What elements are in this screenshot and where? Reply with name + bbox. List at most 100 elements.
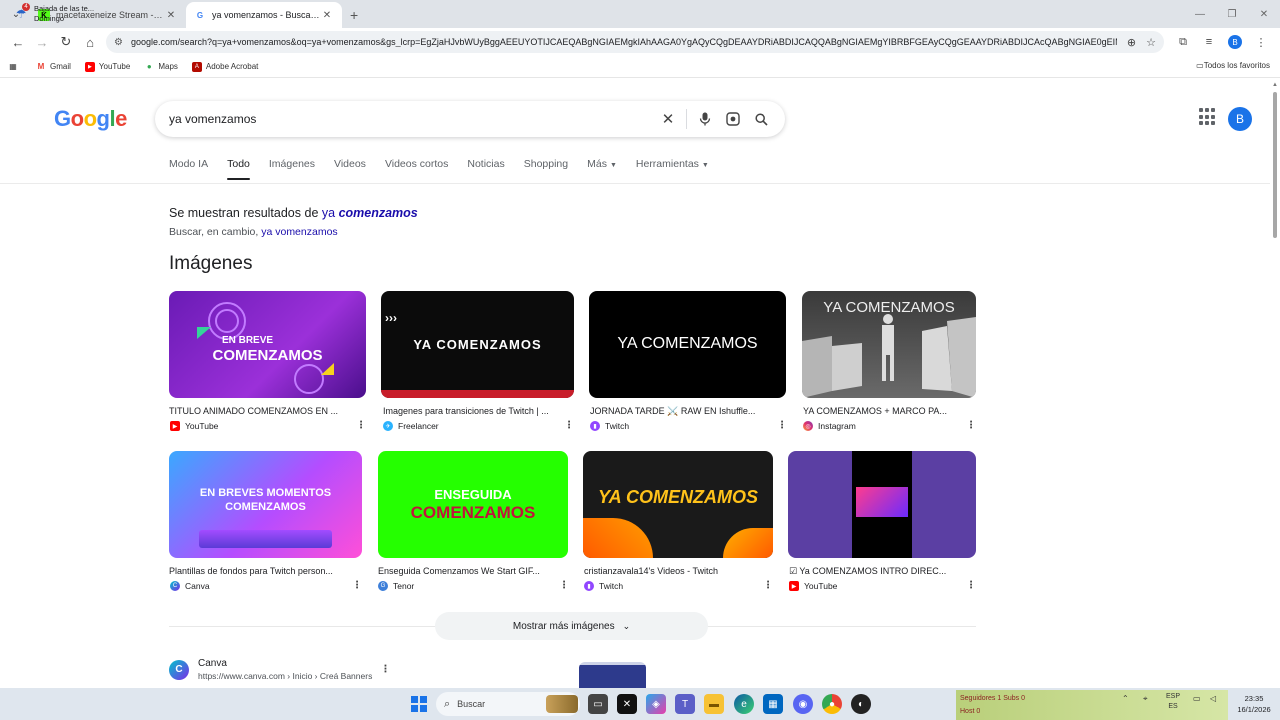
scroll-up-icon[interactable]: ▲ [1272, 82, 1278, 88]
discord-icon[interactable]: ◉ [793, 694, 813, 714]
image-result-thumbnail[interactable]: YA COMENZAMOS [583, 451, 773, 558]
google-logo[interactable]: Google [54, 106, 127, 132]
image-source[interactable]: C Canva [170, 581, 210, 591]
browser-menu-icon[interactable]: ⋮ [1248, 30, 1274, 54]
tab-videos-cortos[interactable]: Videos cortos [385, 158, 448, 180]
tab-google-search[interactable]: G ya vomenzamos - Buscar con G... ✕ [186, 2, 342, 28]
more-options-icon[interactable]: ⋮ [559, 580, 569, 591]
microphone-icon[interactable] [691, 105, 719, 133]
more-options-icon[interactable]: ⋮ [777, 420, 787, 431]
task-view-icon[interactable]: ▭ [588, 694, 608, 714]
close-icon[interactable]: ✕ [164, 10, 178, 21]
chrome-icon[interactable]: ● [822, 694, 842, 714]
address-bar[interactable]: ⚙ google.com/search?q=ya+vomenzamos&oq=y… [106, 31, 1164, 53]
image-caption[interactable]: ☑ Ya COMENZAMOS INTRO DIREC... [789, 566, 974, 577]
image-source[interactable]: ◎ Instagram [803, 421, 856, 431]
teams-icon[interactable]: T [675, 694, 695, 714]
image-result-thumbnail[interactable]: ››› YA COMENZAMOS [381, 291, 574, 398]
forward-icon[interactable]: → [30, 30, 54, 54]
extensions-icon[interactable]: ⧉ [1170, 30, 1196, 54]
image-result-thumbnail[interactable]: YA COMENZAMOS [802, 291, 976, 398]
image-result-thumbnail[interactable]: YA COMENZAMOS [589, 291, 786, 398]
image-source[interactable]: G Tenor [378, 581, 414, 591]
image-source[interactable]: ▶ YouTube [789, 581, 837, 591]
image-result-thumbnail[interactable]: EN BREVES MOMENTOS COMENZAMOS [169, 451, 362, 558]
more-options-icon[interactable]: ⋮ [356, 420, 366, 431]
tab-videos[interactable]: Videos [334, 158, 366, 180]
more-options-icon[interactable]: ⋮ [966, 580, 976, 591]
search-box[interactable]: ya vomenzamos ✕ [155, 101, 785, 137]
reading-list-icon[interactable]: ≡ [1196, 30, 1222, 54]
more-options-icon[interactable]: ⋮ [564, 420, 574, 431]
result-thumbnail[interactable] [579, 662, 646, 690]
display-icon[interactable]: ▭ [1193, 694, 1201, 703]
image-source[interactable]: ▮ Twitch [590, 421, 629, 431]
image-result-thumbnail[interactable] [788, 451, 976, 558]
obs-icon[interactable]: ◐ [851, 694, 871, 714]
search-icon[interactable] [747, 105, 775, 133]
close-window-icon[interactable]: ✕ [1248, 0, 1280, 28]
image-caption[interactable]: Plantillas de fondos para Twitch person.… [169, 566, 359, 576]
bookmark-maps[interactable]: ● Maps [144, 62, 178, 72]
zoom-icon[interactable]: ⊕ [1127, 36, 1136, 49]
tab-herramientas[interactable]: Herramientas ▼ [636, 158, 709, 180]
image-result-thumbnail[interactable]: ENSEGUIDA COMENZAMOS [378, 451, 568, 558]
image-source[interactable]: ✈ Freelancer [383, 421, 439, 431]
edge-icon[interactable]: e [734, 694, 754, 714]
more-options-icon[interactable]: ⋮ [352, 580, 362, 591]
web-result[interactable]: C Canva https://www.canva.com › Inicio ›… [169, 658, 390, 681]
minimize-icon[interactable]: — [1184, 0, 1216, 28]
tab-mas[interactable]: Más ▼ [587, 158, 617, 180]
home-icon[interactable]: ⌂ [78, 30, 102, 54]
tab-modo-ia[interactable]: Modo IA [169, 158, 208, 180]
back-icon[interactable]: ← [6, 30, 30, 54]
image-caption[interactable]: Imagenes para transiciones de Twitch | .… [383, 406, 573, 416]
tab-noticias[interactable]: Noticias [467, 158, 504, 180]
copilot-icon[interactable]: ◈ [646, 694, 666, 714]
tab-imagenes[interactable]: Imágenes [269, 158, 315, 180]
capcut-icon[interactable]: ✕ [617, 694, 637, 714]
lens-camera-icon[interactable] [719, 105, 747, 133]
site-info-icon[interactable]: ⚙ [114, 37, 123, 48]
image-caption[interactable]: Enseguida Comenzamos We Start GIF... [378, 566, 568, 576]
store-icon[interactable]: ▦ [763, 694, 783, 714]
profile-button[interactable]: B [1222, 30, 1248, 54]
weather-widget[interactable]: ☂ 4 Bajada de las te... Domingo [14, 3, 94, 24]
tray-chevron-icon[interactable]: ⌃ [1122, 694, 1129, 703]
bookmark-acrobat[interactable]: A Adobe Acrobat [191, 61, 258, 72]
scrollbar-thumb[interactable] [1273, 92, 1277, 238]
more-options-icon[interactable]: ⋮ [966, 420, 976, 431]
show-more-images-button[interactable]: Mostrar más imágenes ⌄ [435, 612, 708, 640]
image-caption[interactable]: JORNADA TARDE ⚔️ RAW EN Ishuffle... [590, 406, 785, 417]
image-source[interactable]: ▶ YouTube [170, 421, 218, 431]
apps-shortcut[interactable]: ▦ [8, 62, 22, 72]
image-caption[interactable]: TITULO ANIMADO COMENZAMOS EN ... [169, 406, 364, 416]
google-apps-icon[interactable] [1199, 108, 1217, 126]
tab-shopping[interactable]: Shopping [524, 158, 568, 180]
page-scrollbar[interactable]: ▲ [1270, 80, 1280, 688]
corrected-query-link[interactable]: ya comenzamos [322, 206, 418, 220]
tab-todo[interactable]: Todo [227, 158, 250, 180]
reload-icon[interactable]: ↻ [54, 30, 78, 54]
bookmark-youtube[interactable]: ▶ YouTube [84, 61, 130, 72]
clear-icon[interactable]: ✕ [654, 105, 682, 133]
original-query-link[interactable]: ya vomenzamos [261, 226, 337, 238]
search-input[interactable]: ya vomenzamos [169, 112, 654, 126]
image-caption[interactable]: YA COMENZAMOS + MARCO PA... [803, 406, 975, 416]
file-explorer-icon[interactable]: ▬ [704, 694, 724, 714]
bookmark-star-icon[interactable]: ☆ [1146, 36, 1156, 49]
bookmark-gmail[interactable]: M Gmail [36, 62, 71, 72]
clock[interactable]: 23:35 16/1/2026 [1228, 693, 1280, 715]
maximize-icon[interactable]: ❐ [1216, 0, 1248, 28]
more-options-icon[interactable]: ⋮ [380, 664, 390, 675]
taskbar-search[interactable]: ⌕ Buscar [436, 692, 580, 716]
new-tab-button[interactable]: + [350, 7, 358, 23]
windows-start-icon[interactable] [411, 696, 427, 712]
image-source[interactable]: ▮ Twitch [584, 581, 623, 591]
close-icon[interactable]: ✕ [320, 10, 334, 21]
language-indicator[interactable]: ESP ES [1166, 692, 1180, 712]
account-avatar[interactable]: B [1228, 107, 1252, 131]
speaker-icon[interactable]: ◁ [1210, 694, 1216, 703]
image-caption[interactable]: cristianzavala14's Videos - Twitch [584, 566, 772, 576]
tray-location-icon[interactable]: ⌖ [1143, 694, 1148, 704]
